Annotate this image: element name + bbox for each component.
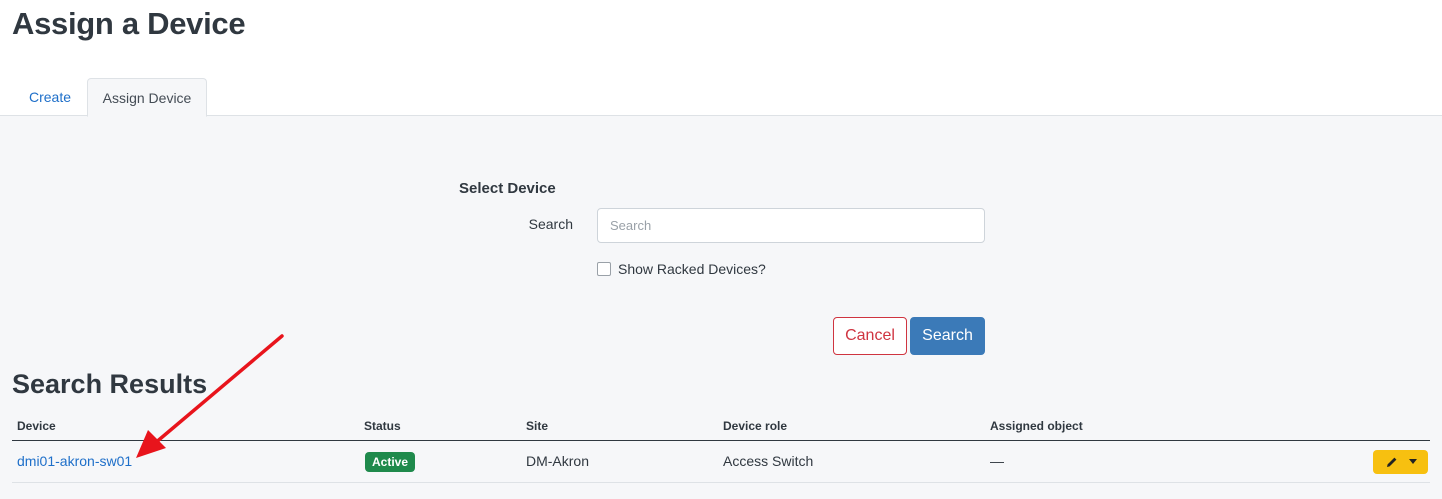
search-input[interactable] bbox=[597, 208, 985, 243]
results-table-header: Device Status Site Device role Assigned … bbox=[12, 413, 1430, 441]
column-header-device-role[interactable]: Device role bbox=[723, 419, 787, 433]
show-racked-devices-label: Show Racked Devices? bbox=[618, 261, 766, 277]
edit-actions-button[interactable] bbox=[1373, 450, 1428, 474]
column-header-assigned-object[interactable]: Assigned object bbox=[990, 419, 1083, 433]
device-link[interactable]: dmi01-akron-sw01 bbox=[17, 453, 132, 469]
caret-down-icon[interactable] bbox=[1409, 459, 1417, 464]
column-header-site[interactable]: Site bbox=[526, 419, 548, 433]
site-cell: DM-Akron bbox=[526, 453, 590, 469]
tab-create[interactable]: Create bbox=[12, 78, 88, 116]
page-header: Assign a Device Create Assign Device bbox=[0, 0, 1442, 117]
page-title: Assign a Device bbox=[12, 6, 246, 41]
section-label: Select Device bbox=[459, 180, 556, 197]
search-results-title: Search Results bbox=[12, 369, 208, 399]
table-row: dmi01-akron-sw01 Active DM-Akron Access … bbox=[12, 441, 1430, 483]
device-role-cell: Access Switch bbox=[723, 453, 814, 469]
assigned-object-cell: — bbox=[990, 453, 1004, 469]
tab-assign-device[interactable]: Assign Device bbox=[87, 78, 207, 117]
cancel-button[interactable]: Cancel bbox=[833, 317, 907, 355]
status-badge: Active bbox=[365, 452, 416, 472]
search-button[interactable]: Search bbox=[910, 317, 985, 355]
column-header-status[interactable]: Status bbox=[364, 419, 401, 433]
pencil-icon bbox=[1387, 457, 1397, 467]
show-racked-devices-row[interactable]: Show Racked Devices? bbox=[597, 260, 766, 278]
column-header-device[interactable]: Device bbox=[17, 419, 56, 433]
show-racked-devices-checkbox[interactable] bbox=[597, 262, 611, 276]
search-label: Search bbox=[528, 216, 573, 232]
